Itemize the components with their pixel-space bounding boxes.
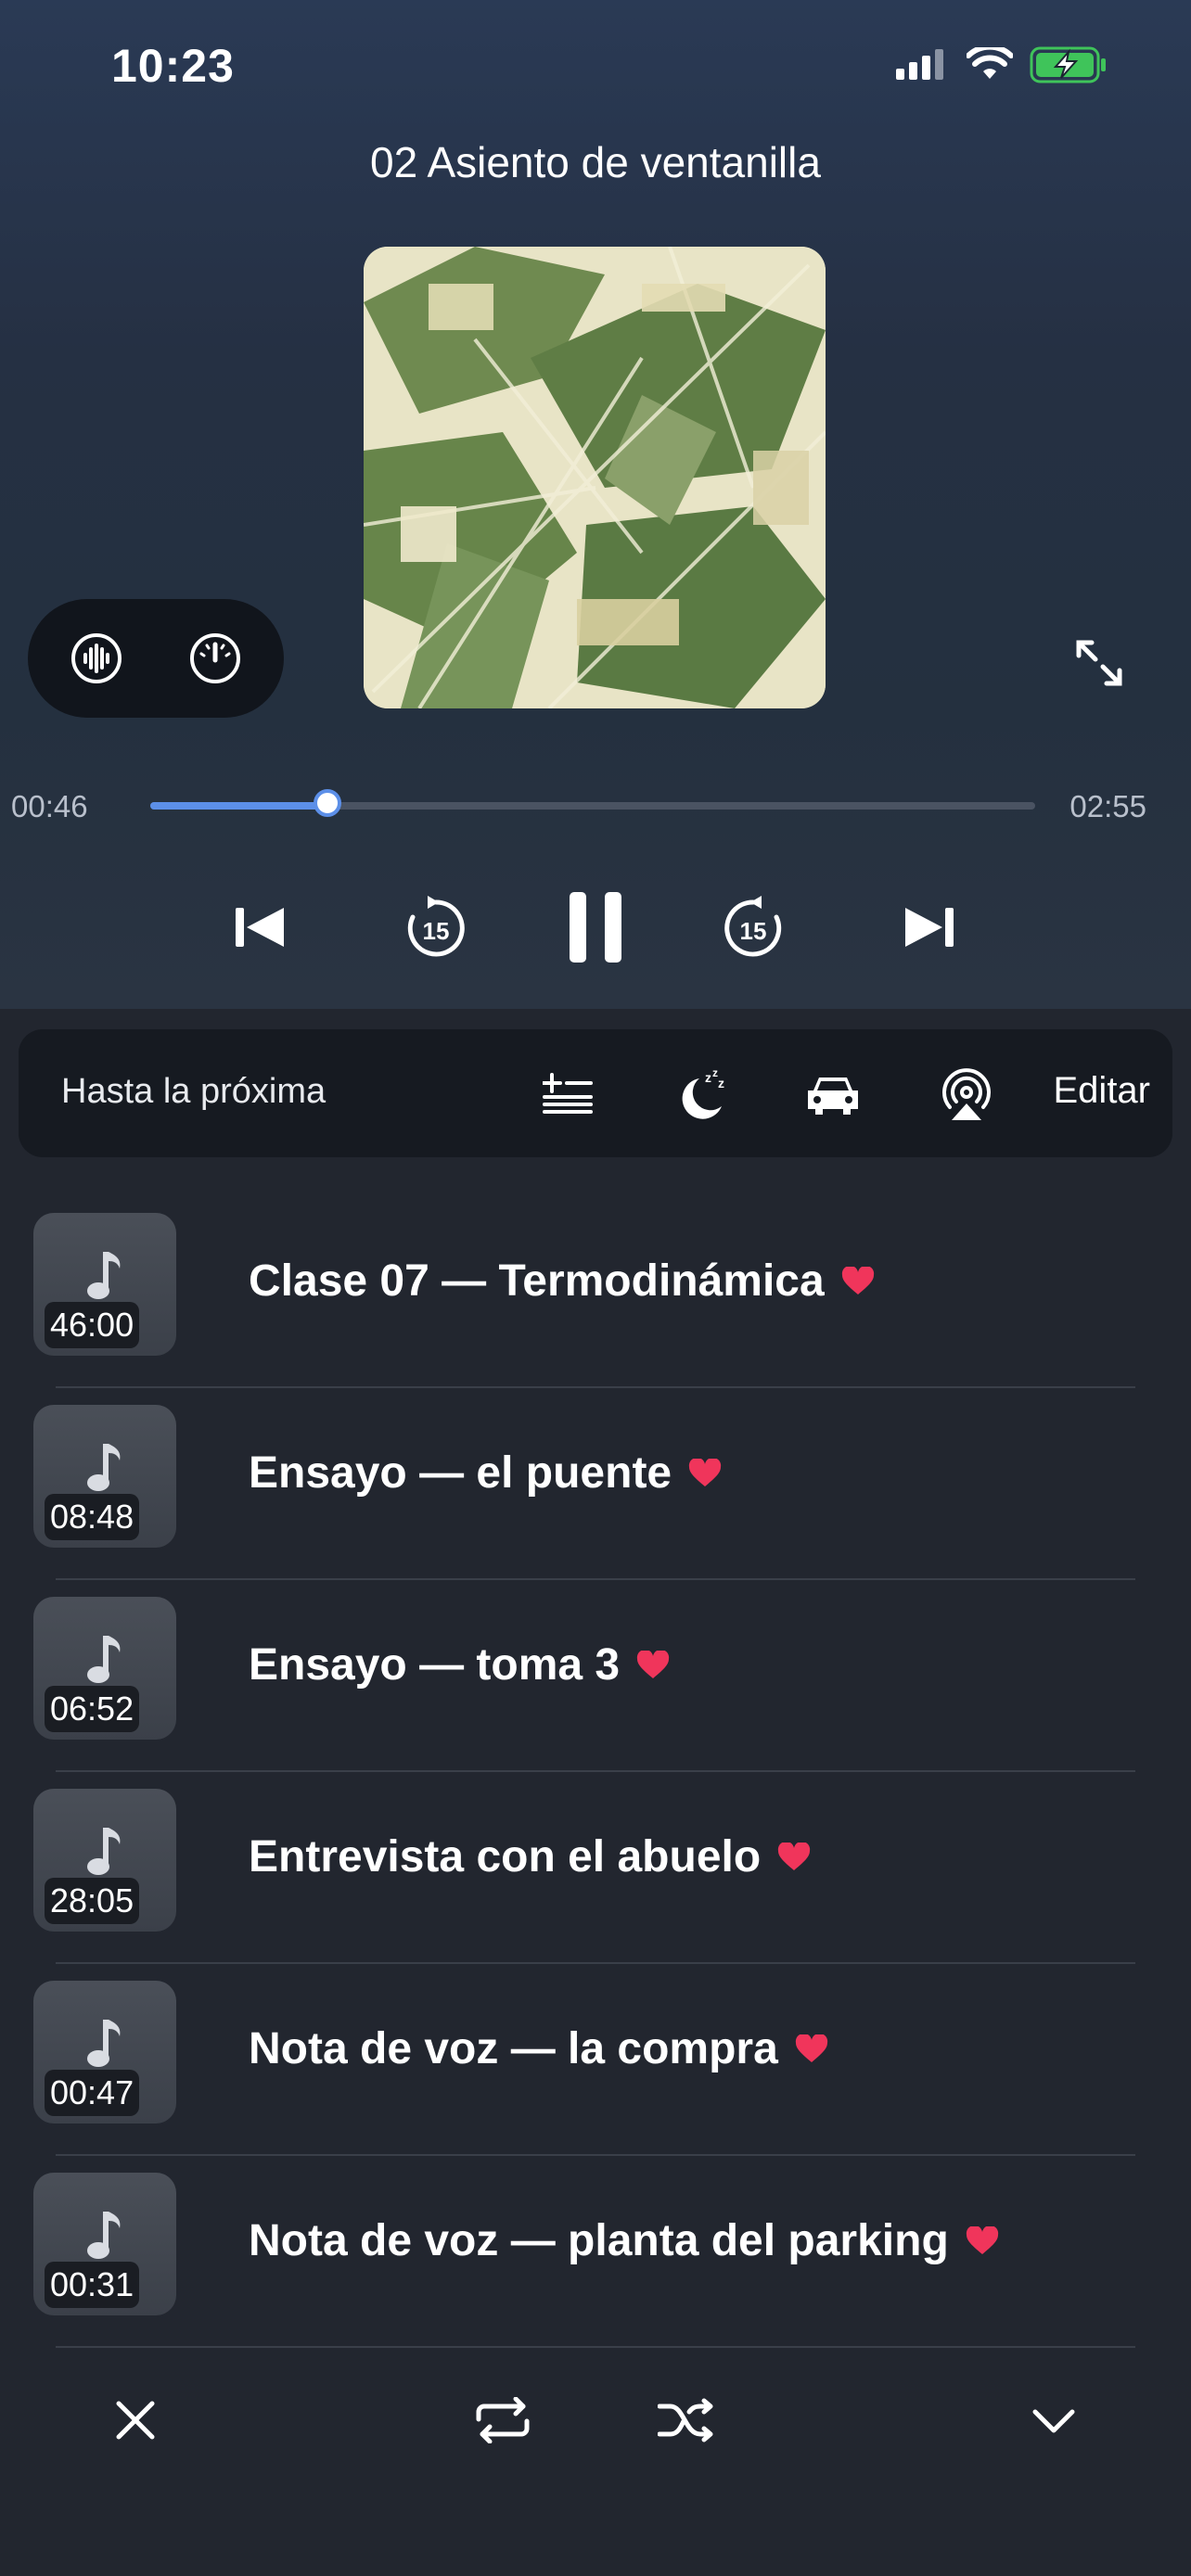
track-name: Entrevista con el abuelo [249, 1831, 811, 1882]
music-note-icon [87, 2212, 121, 2259]
queue-toolbar: Hasta la próxima z z z Editar [19, 1029, 1172, 1157]
airplay-button[interactable] [933, 1061, 1000, 1128]
track-row[interactable]: 28:05 Entrevista con el abuelo [0, 1772, 1191, 1964]
rewind-15-icon: 15 [407, 896, 465, 957]
progress-fill [150, 802, 327, 810]
track-thumbnail: 08:48 [33, 1405, 176, 1548]
speedometer-icon [190, 633, 240, 683]
track-name: Ensayo — el puente [249, 1447, 722, 1498]
track-thumbnail: 06:52 [33, 1597, 176, 1740]
heart-icon[interactable] [777, 1842, 811, 1872]
sleep-timer-icon: z z z [682, 1066, 724, 1119]
track-row[interactable]: 06:52 Ensayo — toma 3 [0, 1580, 1191, 1772]
progress-slider[interactable] [150, 789, 1035, 817]
heart-icon[interactable] [688, 1458, 722, 1488]
music-note-icon [87, 1636, 121, 1683]
track-row[interactable]: 08:48 Ensayo — el puente [0, 1388, 1191, 1580]
track-name: Nota de voz — planta del parking [249, 2215, 999, 2266]
forward-15-icon: 15 [724, 896, 782, 957]
voice-boost-button[interactable] [64, 626, 129, 691]
pause-icon [570, 892, 621, 963]
track-name: Nota de voz — la compra [249, 2023, 828, 2074]
track-title: 02 Asiento de ventanilla [370, 138, 821, 186]
svg-text:15: 15 [423, 917, 450, 945]
heart-icon[interactable] [636, 1650, 670, 1680]
now-playing-header: 10:23 02 Asiento de ventanilla 00:46 02:… [0, 0, 1191, 1009]
repeat-button[interactable] [456, 2374, 549, 2467]
track-title: Clase 07 — Termodinámica [249, 1256, 825, 1306]
track-duration: 08:48 [45, 1494, 140, 1540]
music-note-icon [87, 2020, 121, 2067]
previous-button[interactable] [215, 881, 308, 974]
track-name: Ensayo — toma 3 [249, 1639, 670, 1690]
car-icon [808, 1078, 858, 1115]
car-mode-button[interactable] [800, 1061, 866, 1128]
total-time: 02:55 [1069, 789, 1146, 823]
track-row[interactable]: 46:00 Clase 07 — Termodinámica [0, 1196, 1191, 1388]
repeat-icon [476, 2397, 530, 2443]
row-divider [56, 2346, 1135, 2348]
track-thumbnail: 00:47 [33, 1981, 176, 2123]
forward-15-button[interactable]: 15 [707, 881, 800, 974]
shuffle-icon [658, 2398, 713, 2442]
playlist-add-icon [543, 1073, 593, 1114]
pause-button[interactable] [549, 881, 642, 974]
track-thumbnail: 00:31 [33, 2173, 176, 2315]
track-duration: 00:47 [45, 2070, 140, 2116]
wifi-icon [967, 47, 1013, 79]
fullscreen-button[interactable] [1067, 631, 1132, 695]
queue-label: Hasta la próxima [61, 1072, 327, 1111]
signal-icon [896, 49, 943, 80]
airplay-icon [942, 1068, 991, 1120]
track-name: Clase 07 — Termodinámica [249, 1256, 875, 1307]
next-button[interactable] [881, 881, 974, 974]
track-thumbnail: 46:00 [33, 1213, 176, 1356]
heart-icon[interactable] [841, 1266, 875, 1296]
track-title: Ensayo — toma 3 [249, 1640, 621, 1690]
status-icons [894, 46, 1108, 83]
skip-next-icon [905, 908, 954, 947]
track-duration: 06:52 [45, 1686, 140, 1732]
album-artwork [364, 247, 826, 708]
add-to-playlist-button[interactable] [534, 1061, 601, 1128]
elapsed-time: 00:46 [11, 789, 88, 823]
track-title: Nota de voz — la compra [249, 2024, 778, 2073]
track-title: Ensayo — el puente [249, 1448, 672, 1498]
playback-controls: 15 15 [0, 881, 1191, 974]
track-thumbnail: 28:05 [33, 1789, 176, 1932]
audio-tools-pill [28, 599, 284, 718]
heart-icon[interactable] [966, 2225, 999, 2256]
close-button[interactable] [89, 2374, 182, 2467]
status-time: 10:23 [111, 40, 235, 92]
skip-previous-icon [236, 908, 284, 947]
track-duration: 46:00 [45, 1302, 140, 1348]
track-duration: 28:05 [45, 1878, 140, 1924]
expand-arrows-icon [1076, 640, 1122, 686]
music-note-icon [87, 1252, 121, 1299]
track-title: Nota de voz — planta del parking [249, 2216, 949, 2265]
close-icon [116, 2401, 155, 2440]
sleep-timer-button[interactable]: z z z [668, 1061, 735, 1128]
edit-queue-button[interactable]: Editar [1054, 1070, 1151, 1112]
shuffle-button[interactable] [640, 2374, 733, 2467]
svg-text:15: 15 [740, 917, 767, 945]
music-note-icon [87, 1828, 121, 1875]
playback-speed-button[interactable] [183, 626, 248, 691]
battery-charging-icon [1030, 46, 1106, 83]
track-duration: 00:31 [45, 2262, 140, 2308]
progress-thumb[interactable] [313, 789, 341, 817]
heart-icon[interactable] [795, 2034, 828, 2064]
waveform-icon [71, 633, 122, 683]
track-row[interactable]: 00:31 Nota de voz — planta del parking [0, 2156, 1191, 2348]
collapse-button[interactable] [1007, 2374, 1100, 2467]
svg-text:z: z [718, 1076, 724, 1090]
svg-text:z: z [705, 1070, 711, 1085]
track-title: Entrevista con el abuelo [249, 1832, 762, 1881]
chevron-down-icon [1032, 2409, 1075, 2433]
music-note-icon [87, 1444, 121, 1491]
bottom-bar [0, 2374, 1191, 2467]
track-row[interactable]: 00:47 Nota de voz — la compra [0, 1964, 1191, 2156]
rewind-15-button[interactable]: 15 [390, 881, 482, 974]
